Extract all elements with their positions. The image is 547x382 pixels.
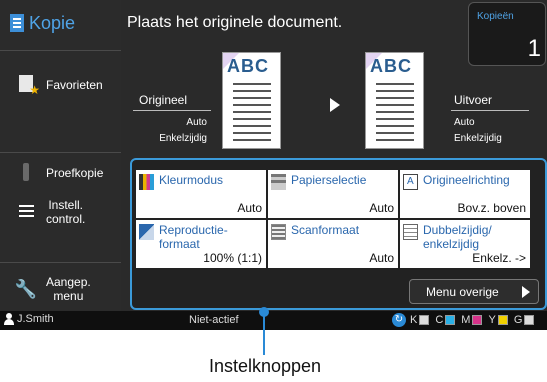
custom-menu-line1: Aangep.: [46, 275, 91, 289]
divider: [133, 110, 211, 111]
orientation-button[interactable]: Origineelrichting Bov.z. boven: [400, 170, 530, 218]
user-name: J.Smith: [17, 313, 54, 325]
ink-c-level: [445, 315, 456, 325]
ink-m-label: M: [461, 314, 471, 326]
copies-label: Kopieën: [477, 11, 514, 22]
paper-selection-button[interactable]: Papierselectie Auto: [268, 170, 398, 218]
color-mode-button[interactable]: Kleurmodus Auto: [136, 170, 266, 218]
ink-k-label: K: [410, 314, 418, 326]
user-info[interactable]: J.Smith: [4, 313, 54, 325]
color-mode-value: Auto: [237, 201, 262, 215]
scan-size-value: Auto: [369, 251, 394, 265]
copy-icon: [10, 14, 24, 32]
custom-menu-label: Aangep. menu: [46, 275, 91, 303]
custom-menu-button[interactable]: 🔧 Aangep. menu: [0, 272, 121, 306]
ink-c-label: C: [435, 314, 444, 326]
callout-label: Instelknoppen: [208, 356, 322, 376]
output-preview: ABC: [365, 52, 424, 149]
settings-control-label: Instell. control.: [46, 198, 85, 226]
scan-size-label: Scanformaat: [291, 223, 360, 237]
status-message: Plaats het originele document.: [127, 14, 343, 31]
orientation-value: Bov.z. boven: [457, 201, 526, 215]
settings-control-line1: Instell.: [48, 198, 84, 212]
proof-copy-label: Proefkopie: [46, 166, 104, 180]
divider: [0, 50, 121, 51]
original-label: Origineel: [139, 93, 188, 107]
orientation-label: Origineelrichting: [423, 173, 510, 187]
duplex-button[interactable]: Dubbelzijdig/ enkelzijdig Enkelz. ->: [400, 220, 530, 268]
output-label: Uitvoer: [454, 93, 493, 107]
duplex-label: Dubbelzijdig/ enkelzijdig: [423, 223, 492, 251]
ink-y-level: [497, 315, 508, 325]
color-mode-label: Kleurmodus: [159, 173, 224, 187]
proof-copy-icon: [23, 162, 29, 181]
reproduction-size-value: 100% (1:1): [203, 251, 262, 265]
status-bar: J.Smith Niet-actief ↻ K C M Y G: [0, 311, 547, 330]
paper-tray-icon: [271, 174, 286, 190]
text-lines: [233, 83, 271, 143]
ink-m: M: [461, 314, 483, 326]
output-size: Auto: [454, 117, 475, 128]
ink-k-level: [419, 315, 430, 325]
user-icon: [4, 313, 14, 325]
arrow-right-icon: [330, 98, 340, 112]
reproduction-size-label: Reproductie- formaat: [159, 223, 228, 251]
paper-selection-value: Auto: [369, 201, 394, 215]
ink-k: K: [410, 314, 430, 326]
text-lines: [376, 83, 414, 143]
more-menu-label: Menu overige: [426, 284, 499, 299]
original-preview-text: ABC: [227, 56, 269, 76]
color-mode-icon: [139, 174, 154, 190]
settings-control-line2: control.: [46, 212, 86, 226]
favorites-icon: [19, 75, 40, 97]
ink-c: C: [435, 314, 456, 326]
favorites-label: Favorieten: [46, 78, 103, 92]
divider: [0, 262, 121, 263]
output-preview-text: ABC: [370, 56, 412, 76]
favorites-button[interactable]: Favorieten: [0, 70, 121, 100]
duplex-value: Enkelz. ->: [472, 251, 526, 265]
list-icon: [18, 204, 34, 217]
sidebar: Kopie Favorieten Proefkopie Instell. con…: [0, 0, 121, 311]
scan-size-button[interactable]: Scanformaat Auto: [268, 220, 398, 268]
ink-y-label: Y: [488, 314, 496, 326]
machine-state: Niet-actief: [189, 314, 239, 326]
ink-m-level: [472, 315, 483, 325]
original-sides: Enkelzijdig: [159, 133, 207, 144]
scan-size-icon: [271, 224, 286, 240]
ink-g-level: [524, 315, 535, 325]
sync-icon: ↻: [392, 313, 406, 327]
app-title: Kopie: [10, 10, 75, 36]
divider: [451, 110, 529, 111]
ink-g-label: G: [513, 314, 523, 326]
original-size: Auto: [186, 117, 207, 128]
settings-control-button[interactable]: Instell. control.: [0, 195, 121, 229]
ink-levels: ↻ K C M Y G: [392, 313, 540, 327]
app-title-label: Kopie: [29, 12, 76, 33]
copy-screen: Kopie Favorieten Proefkopie Instell. con…: [0, 0, 547, 330]
orientation-icon: [403, 174, 418, 190]
callout-line: [263, 311, 265, 355]
copies-button[interactable]: Kopieën 1: [468, 2, 546, 66]
ink-g: G: [514, 314, 535, 326]
custom-menu-line2: menu: [53, 289, 84, 303]
play-icon: [522, 286, 530, 298]
wrench-icon: 🔧: [14, 278, 38, 299]
reproduction-size-button[interactable]: Reproductie- formaat 100% (1:1): [136, 220, 266, 268]
ink-y: Y: [488, 314, 508, 326]
paper-selection-label: Papierselectie: [291, 173, 367, 187]
divider: [0, 152, 121, 153]
copies-value: 1: [527, 35, 541, 62]
duplex-icon: [403, 224, 418, 240]
original-preview: ABC: [222, 52, 281, 149]
proof-copy-button[interactable]: Proefkopie: [0, 162, 121, 184]
more-menu-button[interactable]: Menu overige: [409, 279, 539, 304]
output-sides: Enkelzijdig: [454, 133, 502, 144]
reproduction-size-icon: [139, 224, 154, 240]
